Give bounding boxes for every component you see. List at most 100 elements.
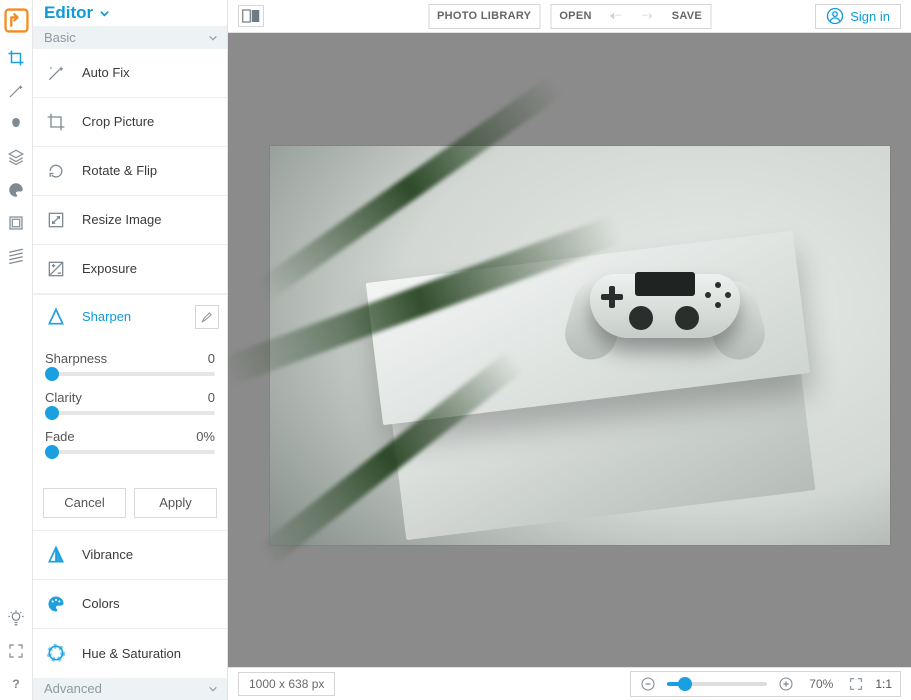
fit-icon bbox=[848, 676, 864, 692]
wand-icon bbox=[45, 63, 67, 83]
mode-switcher[interactable]: Editor bbox=[33, 0, 227, 26]
open-button[interactable]: OPEN bbox=[559, 10, 591, 22]
chevron-down-icon bbox=[208, 684, 218, 694]
help-icon[interactable]: ? bbox=[0, 667, 33, 700]
slider-label: Fade bbox=[45, 429, 75, 444]
apply-button[interactable]: Apply bbox=[134, 488, 217, 518]
redo-icon[interactable] bbox=[640, 8, 656, 24]
undo-icon[interactable] bbox=[608, 8, 624, 24]
zoom-in-icon bbox=[778, 676, 794, 692]
group-advanced[interactable]: Advanced bbox=[33, 678, 227, 700]
menu-sharpen[interactable]: Sharpen bbox=[33, 295, 227, 339]
menu-rotate-flip[interactable]: Rotate & Flip bbox=[33, 147, 227, 196]
lightbulb-tips-icon[interactable] bbox=[0, 601, 33, 634]
palette-icon bbox=[45, 594, 67, 614]
palette-tool-icon[interactable] bbox=[0, 173, 33, 206]
save-button[interactable]: SAVE bbox=[672, 10, 702, 22]
topbar: PHOTO LIBRARY OPEN SAVE Sign in bbox=[228, 0, 911, 33]
frame-tool-icon[interactable] bbox=[0, 206, 33, 239]
menu-label: Sharpen bbox=[82, 309, 131, 324]
user-icon bbox=[826, 7, 844, 25]
app-logo-icon bbox=[4, 8, 29, 33]
sign-in-button[interactable]: Sign in bbox=[815, 4, 901, 29]
compare-icon bbox=[242, 9, 260, 23]
menu-label: Resize Image bbox=[82, 212, 161, 227]
menu-crop[interactable]: Crop Picture bbox=[33, 98, 227, 147]
hue-icon bbox=[45, 643, 67, 663]
menu-colors[interactable]: Colors bbox=[33, 580, 227, 629]
slider-thumb[interactable] bbox=[45, 445, 59, 459]
menu-label: Colors bbox=[82, 596, 120, 611]
fit-screen-button[interactable] bbox=[847, 675, 865, 693]
file-actions-group: OPEN SAVE bbox=[550, 4, 711, 29]
dimensions-text: 1000 x 638 px bbox=[249, 677, 324, 691]
slider-clarity: Clarity 0 bbox=[45, 390, 215, 415]
button-label: Cancel bbox=[64, 495, 104, 510]
image-preview bbox=[270, 146, 890, 545]
menu-hue-saturation[interactable]: Hue & Saturation bbox=[33, 629, 227, 678]
menu-resize[interactable]: Resize Image bbox=[33, 196, 227, 245]
main-area: PHOTO LIBRARY OPEN SAVE Sign in bbox=[228, 0, 911, 700]
mode-label: Editor bbox=[44, 3, 93, 23]
portrait-tool-icon[interactable] bbox=[0, 107, 33, 140]
zoom-percent: 70% bbox=[805, 677, 837, 691]
fullscreen-toggle-icon[interactable] bbox=[0, 634, 33, 667]
basic-menu: Auto Fix Crop Picture Rotate & Flip Resi… bbox=[33, 49, 227, 678]
sign-in-label: Sign in bbox=[850, 9, 890, 24]
vibrance-icon bbox=[45, 545, 67, 565]
menu-label: Exposure bbox=[82, 261, 137, 276]
zoom-out-button[interactable] bbox=[639, 675, 657, 693]
group-basic[interactable]: Basic bbox=[33, 26, 227, 48]
slider-value: 0 bbox=[208, 390, 215, 405]
menu-vibrance[interactable]: Vibrance bbox=[33, 531, 227, 580]
brush-mode-button[interactable] bbox=[195, 305, 219, 329]
slider-thumb[interactable] bbox=[45, 367, 59, 381]
zoom-out-icon bbox=[640, 676, 656, 692]
group-basic-label: Basic bbox=[44, 30, 76, 45]
slider-label: Sharpness bbox=[45, 351, 107, 366]
menu-label: Hue & Saturation bbox=[82, 646, 181, 661]
slider-thumb[interactable] bbox=[45, 406, 59, 420]
slider-track[interactable] bbox=[45, 450, 215, 454]
slider-fade: Fade 0% bbox=[45, 429, 215, 454]
slider-track[interactable] bbox=[45, 411, 215, 415]
layers-tool-icon[interactable] bbox=[0, 140, 33, 173]
menu-label: Crop Picture bbox=[82, 114, 154, 129]
cancel-button[interactable]: Cancel bbox=[43, 488, 126, 518]
svg-text:?: ? bbox=[12, 676, 19, 690]
photo-library-button[interactable]: PHOTO LIBRARY bbox=[428, 4, 540, 29]
zoom-controls: 70% 1:1 bbox=[630, 671, 901, 697]
chevron-down-icon bbox=[99, 8, 110, 19]
sharpen-icon bbox=[45, 307, 67, 327]
resize-icon bbox=[45, 210, 67, 230]
menu-auto-fix[interactable]: Auto Fix bbox=[33, 49, 227, 98]
slider-label: Clarity bbox=[45, 390, 82, 405]
group-advanced-label: Advanced bbox=[44, 681, 102, 696]
zoom-1to1-button[interactable]: 1:1 bbox=[875, 677, 892, 691]
zoom-slider[interactable] bbox=[667, 682, 767, 686]
zoom-slider-thumb[interactable] bbox=[678, 677, 692, 691]
slider-sharpness: Sharpness 0 bbox=[45, 351, 215, 376]
magic-tool-icon[interactable] bbox=[0, 74, 33, 107]
texture-tool-icon[interactable] bbox=[0, 239, 33, 272]
button-label: Apply bbox=[159, 495, 192, 510]
exposure-icon bbox=[45, 259, 67, 279]
menu-label: Auto Fix bbox=[82, 65, 130, 80]
crop-icon bbox=[45, 112, 67, 132]
slider-value: 0% bbox=[196, 429, 215, 444]
menu-label: Rotate & Flip bbox=[82, 163, 157, 178]
status-bar: 1000 x 638 px 70% 1:1 bbox=[228, 667, 911, 700]
tool-rail: ? bbox=[0, 0, 33, 700]
slider-value: 0 bbox=[208, 351, 215, 366]
compare-toggle-button[interactable] bbox=[238, 5, 264, 27]
menu-label: Vibrance bbox=[82, 547, 133, 562]
image-dimensions: 1000 x 638 px bbox=[238, 672, 335, 696]
chevron-down-icon bbox=[208, 33, 218, 43]
crop-tool-icon[interactable] bbox=[0, 41, 33, 74]
zoom-in-button[interactable] bbox=[777, 675, 795, 693]
sharpen-panel: Sharpen Sharpness 0 Clarity 0 bbox=[33, 294, 227, 531]
canvas[interactable] bbox=[228, 33, 911, 667]
menu-exposure[interactable]: Exposure bbox=[33, 245, 227, 294]
slider-track[interactable] bbox=[45, 372, 215, 376]
rotate-icon bbox=[45, 161, 67, 181]
